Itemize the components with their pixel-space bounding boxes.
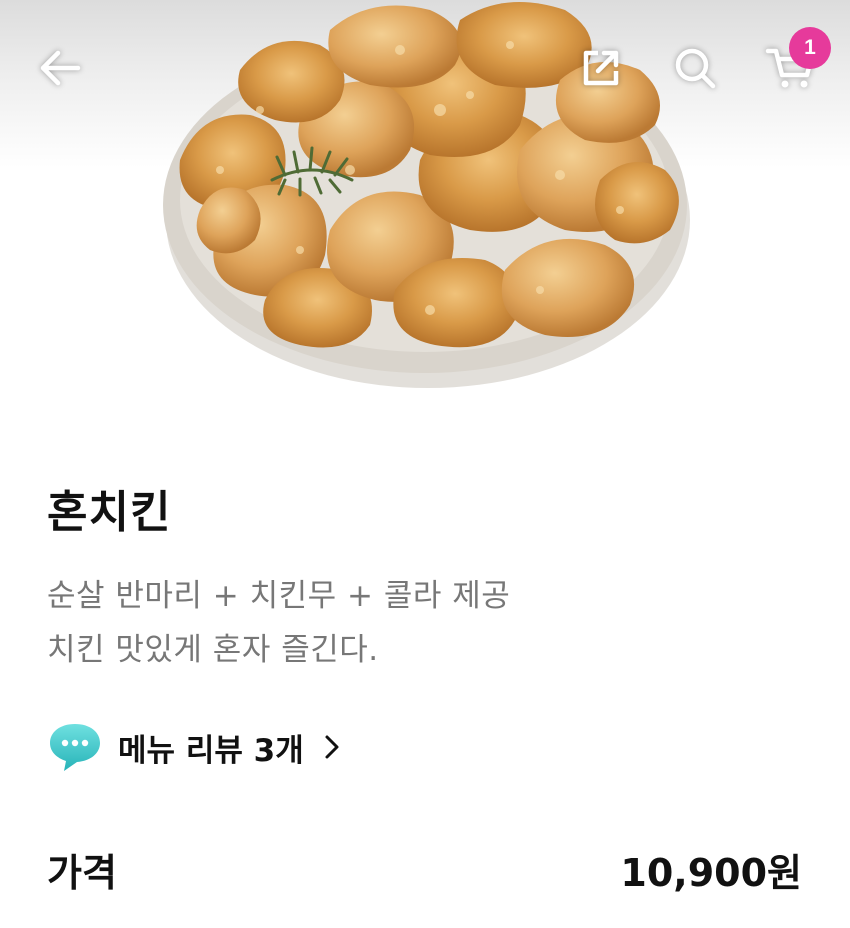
product-title: 혼치킨 bbox=[47, 487, 172, 538]
menu-review-link[interactable]: 메뉴 리뷰 3개 bbox=[46, 717, 340, 777]
top-bar: 1 bbox=[0, 0, 850, 130]
back-button[interactable] bbox=[30, 40, 90, 96]
price-value: 10,900원 bbox=[620, 851, 802, 895]
product-description-line: 순살 반마리 + 치킨무 + 콜라 제공 bbox=[47, 578, 511, 614]
product-description-line: 치킨 맛있게 혼자 즐긴다. bbox=[47, 632, 379, 668]
chat-bubble-icon bbox=[50, 724, 100, 771]
chevron-right-icon bbox=[325, 735, 339, 759]
cart-count-badge: 1 bbox=[789, 27, 831, 69]
price-label: 가격 bbox=[47, 851, 117, 895]
arrow-left-icon bbox=[40, 50, 81, 86]
menu-review-label: 메뉴 리뷰 3개 bbox=[118, 732, 304, 769]
search-icon bbox=[675, 48, 716, 89]
share-button[interactable] bbox=[572, 40, 630, 96]
share-external-icon bbox=[583, 50, 619, 86]
search-button[interactable] bbox=[666, 40, 724, 96]
